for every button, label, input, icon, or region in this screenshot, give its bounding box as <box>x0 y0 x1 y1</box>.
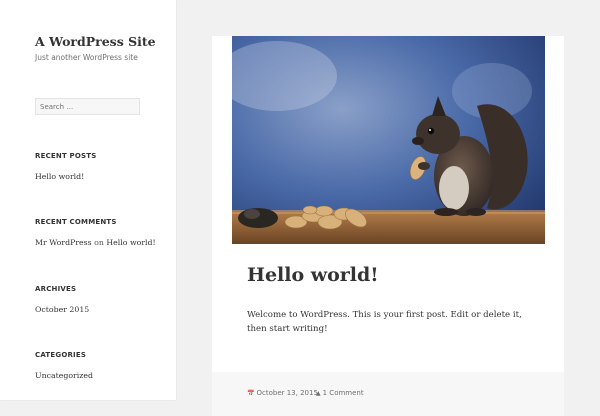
search-input[interactable] <box>35 98 140 115</box>
post-content: Welcome to WordPress. This is your first… <box>247 310 522 334</box>
post-card: Hello world! Welcome to WordPress. This … <box>212 36 564 416</box>
post-comments-text: 1 Comment <box>322 389 364 397</box>
comment-post-link[interactable]: Hello world! <box>106 238 155 247</box>
calendar-icon: 📅 <box>247 390 255 397</box>
post-meta-footer: 📅 October 13, 2015 ▲ 1 Comment <box>212 372 564 416</box>
widget-title-categories: CATEGORIES <box>35 351 87 359</box>
recent-comment-item: Mr WordPress on Hello world! <box>35 238 156 247</box>
featured-image-squirrel-photo[interactable] <box>232 36 545 244</box>
comment-joiner: on <box>94 238 104 247</box>
widget-title-recent-posts: RECENT POSTS <box>35 152 97 160</box>
sidebar: A WordPress Site Just another WordPress … <box>0 0 176 400</box>
squirrel-photo-icon <box>232 36 545 244</box>
archive-link[interactable]: October 2015 <box>35 305 89 314</box>
widget-title-archives: ARCHIVES <box>35 285 77 293</box>
widget-title-recent-comments: RECENT COMMENTS <box>35 218 117 226</box>
site-description: Just another WordPress site <box>35 53 138 62</box>
recent-post-link[interactable]: Hello world! <box>35 172 84 181</box>
category-link[interactable]: Uncategorized <box>35 371 93 380</box>
site-title[interactable]: A WordPress Site <box>35 34 156 49</box>
post-date-text: October 13, 2015 <box>256 389 318 397</box>
post-comments-link[interactable]: ▲ 1 Comment <box>316 389 364 397</box>
post-date[interactable]: 📅 October 13, 2015 <box>247 389 318 397</box>
comment-icon: ▲ <box>316 390 321 397</box>
comment-author-link[interactable]: Mr WordPress <box>35 238 92 247</box>
post-title[interactable]: Hello world! <box>247 264 379 286</box>
